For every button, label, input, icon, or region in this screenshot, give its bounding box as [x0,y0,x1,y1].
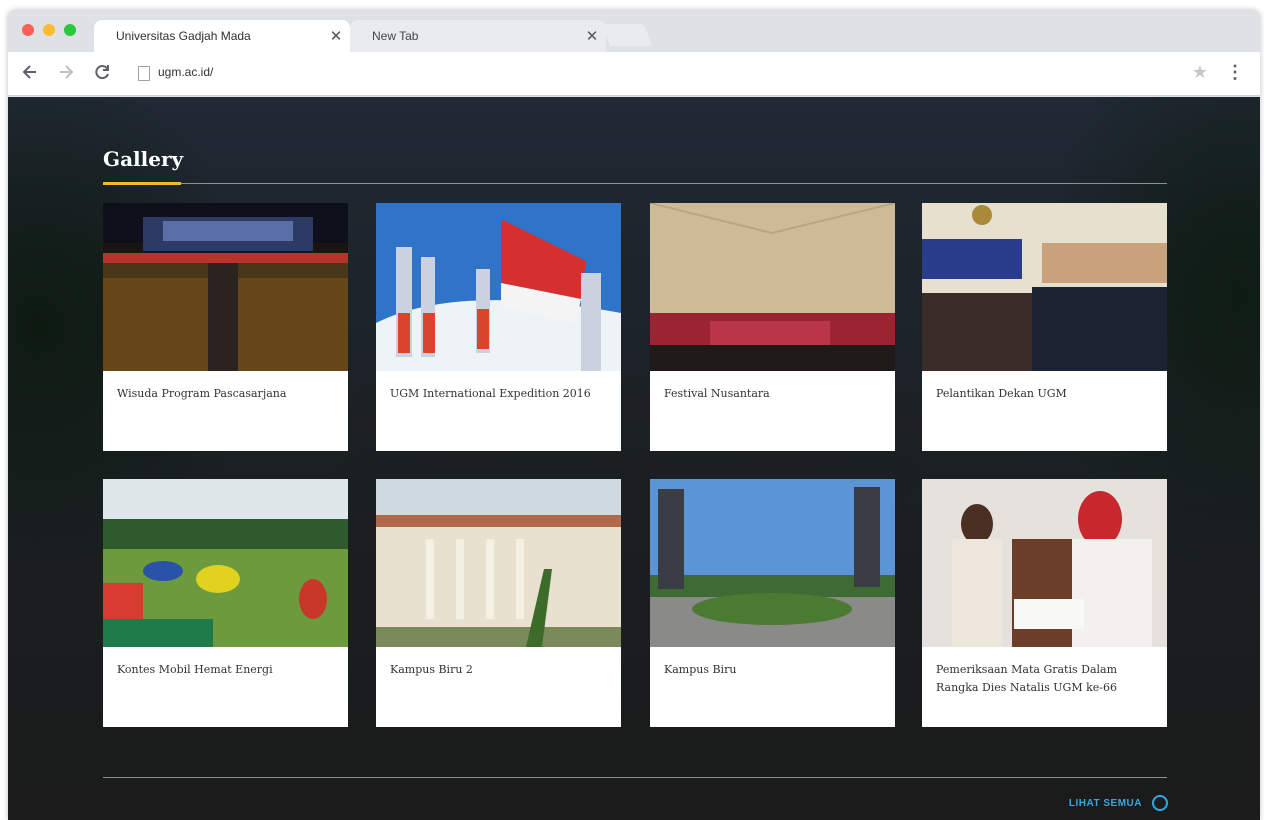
gallery-card[interactable]: Kontes Mobil Hemat Energi [103,479,348,727]
title-accent-bar [103,182,181,185]
see-all-link[interactable]: LIHAT SEMUA [1069,795,1168,811]
circle-arrow-icon [1152,795,1168,811]
gallery-caption: Pemeriksaan Mata Gratis Dalam Rangka Die… [936,663,1118,694]
tab-title: Universitas Gadjah Mada [116,29,251,43]
reload-icon[interactable] [90,62,114,86]
kebab-menu-icon[interactable]: ⋮ [1226,62,1244,83]
gallery-photo-expedition [376,203,621,371]
tab-title: New Tab [372,29,419,43]
star-icon[interactable]: ★ [1192,62,1208,83]
gallery-caption: UGM International Expedition 2016 [390,387,591,400]
tab-new-tab[interactable]: New Tab ✕ [350,20,606,52]
gallery-card[interactable]: Festival Nusantara [650,203,895,451]
gallery-caption: Kontes Mobil Hemat Energi [117,663,273,676]
gallery-photo-car-contest [103,479,348,647]
gallery-card[interactable]: Kampus Biru [650,479,895,727]
gallery-photo-eye-exam [922,479,1167,647]
gallery-caption: Pelantikan Dekan UGM [936,387,1067,400]
tab-close-icon[interactable]: ✕ [322,27,350,45]
gallery-photo-inauguration [922,203,1167,371]
browser-window: Universitas Gadjah Mada ✕ New Tab ✕ ugm.… [8,10,1260,820]
arrow-right-icon[interactable] [54,62,78,86]
page-icon [138,66,150,81]
close-window-button[interactable] [22,24,34,36]
tab-strip: Universitas Gadjah Mada ✕ New Tab ✕ [8,10,1260,52]
gallery-card[interactable]: Pelantikan Dekan UGM [922,203,1167,451]
tab-close-icon[interactable]: ✕ [578,27,606,45]
gallery-card[interactable]: Pemeriksaan Mata Gratis Dalam Rangka Die… [922,479,1167,727]
tab-universitas-gadjah-mada[interactable]: Universitas Gadjah Mada ✕ [94,20,350,52]
gallery-photo-campus [650,479,895,647]
page-content: Gallery Wisuda Program Pascasarjana UGM … [8,97,1260,820]
gallery-card[interactable]: UGM International Expedition 2016 [376,203,621,451]
gallery-caption: Kampus Biru 2 [390,663,473,676]
title-divider [103,183,1167,184]
gallery-photo-festival [650,203,895,371]
bottom-divider [103,777,1167,778]
address-bar[interactable]: ugm.ac.id/ [158,65,213,79]
gallery-card[interactable]: Wisuda Program Pascasarjana [103,203,348,451]
gallery-photo-graduation [103,203,348,371]
gallery-caption: Wisuda Program Pascasarjana [117,387,287,400]
new-tab-button[interactable] [601,24,653,46]
gallery-card[interactable]: Kampus Biru 2 [376,479,621,727]
gallery-caption: Festival Nusantara [664,387,770,400]
see-all-label: LIHAT SEMUA [1068,797,1142,809]
minimize-window-button[interactable] [43,24,55,36]
gallery-caption: Kampus Biru [664,663,737,676]
gallery-photo-campus-2 [376,479,621,647]
arrow-left-icon[interactable] [18,62,42,86]
zoom-window-button[interactable] [64,24,76,36]
page-title: Gallery [103,147,184,171]
browser-toolbar: ugm.ac.id/ ★ ⋮ [8,52,1260,96]
